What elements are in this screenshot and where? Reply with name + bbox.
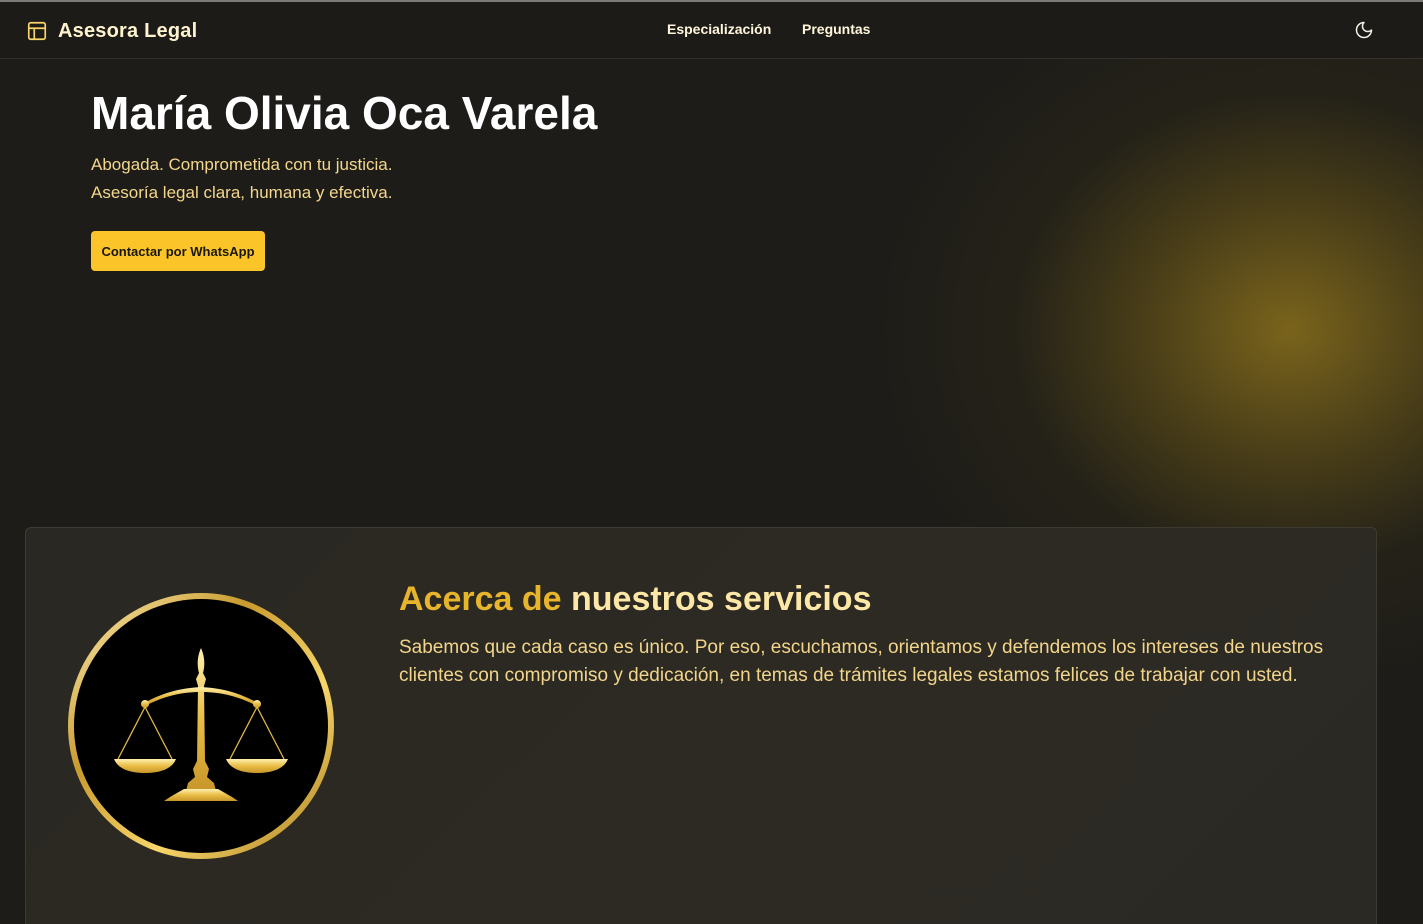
theme-toggle-button[interactable] (1354, 20, 1374, 40)
page: Asesora Legal Especialización Preguntas … (0, 0, 1423, 924)
scales-of-justice-icon (68, 593, 334, 859)
brand-link[interactable]: Asesora Legal (26, 16, 197, 46)
about-title-accent: Acerca de (399, 580, 562, 618)
hero-subtitle-line2: Asesoría legal clara, humana y efectiva. (91, 183, 393, 202)
nav-link-preguntas[interactable]: Preguntas (802, 21, 870, 37)
nav-link-especializacion[interactable]: Especialización (667, 21, 771, 37)
whatsapp-contact-button[interactable]: Contactar por WhatsApp (91, 231, 265, 271)
about-title-rest: nuestros servicios (571, 580, 872, 618)
navbar: Asesora Legal Especialización Preguntas (0, 2, 1423, 59)
hero-subtitle-line1: Abogada. Comprometida con tu justicia. (91, 155, 393, 174)
about-card: Acerca de nuestros servicios Sabemos que… (25, 527, 1377, 924)
about-description: Sabemos que cada caso es único. Por eso,… (399, 637, 1324, 686)
about-title: Acerca de nuestros servicios (399, 580, 871, 619)
moon-icon (1355, 21, 1373, 39)
layout-panel-icon (27, 21, 47, 41)
brand-name: Asesora Legal (58, 19, 198, 42)
emblem (66, 591, 336, 861)
hero-title: María Olivia Oca Varela (91, 87, 598, 139)
